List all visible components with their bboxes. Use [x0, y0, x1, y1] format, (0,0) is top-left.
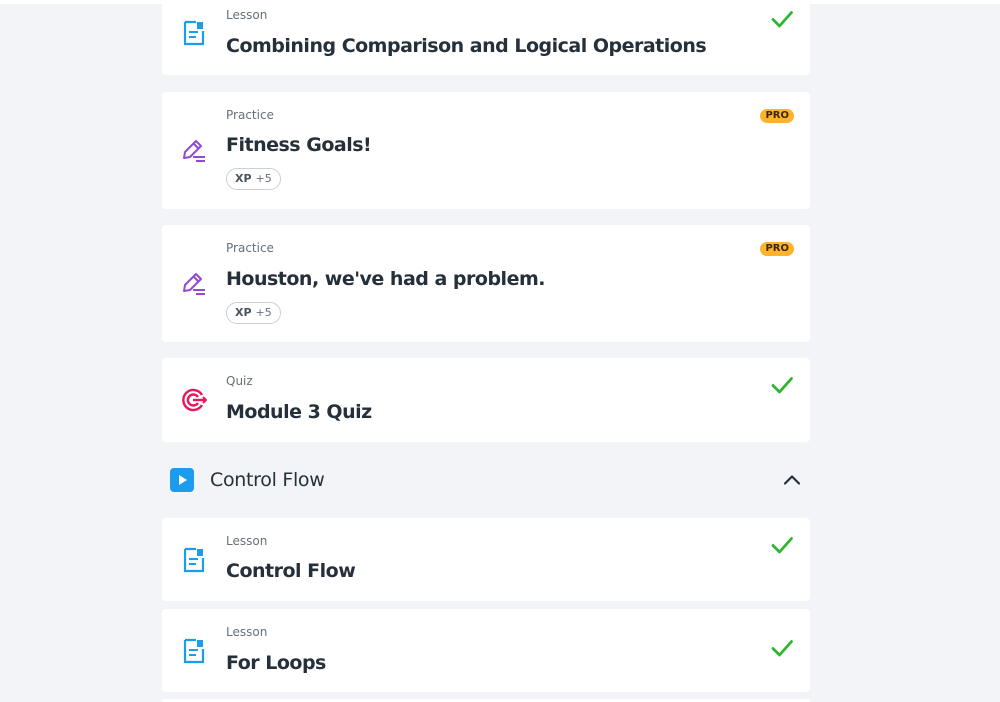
lesson-card[interactable]: Lesson For Loops	[162, 609, 810, 692]
lesson-card[interactable]: Lesson Control Flow	[162, 518, 810, 601]
xp-chip: XP +5	[226, 302, 281, 324]
practice-card[interactable]: Practice Houston, we've had a problem. P…	[162, 225, 810, 342]
xp-chip: XP +5	[226, 168, 281, 190]
xp-value: +5	[255, 306, 272, 319]
lesson-card[interactable]: Lesson Combining Comparison and Logical …	[162, 0, 810, 75]
completed-check-icon	[770, 533, 794, 557]
xp-value: +5	[255, 172, 272, 185]
item-type-label: Practice	[226, 241, 274, 255]
item-type-label: Lesson	[226, 625, 268, 639]
practice-pencil-icon	[181, 270, 207, 296]
chevron-up-icon[interactable]	[782, 470, 802, 490]
section-title[interactable]: Control Flow	[210, 468, 325, 492]
completed-check-icon	[770, 373, 794, 397]
quiz-card[interactable]: Quiz Module 3 Quiz	[162, 358, 810, 442]
lesson-document-icon	[181, 638, 207, 664]
item-type-label: Practice	[226, 108, 274, 122]
pro-badge: PRO	[760, 242, 794, 256]
xp-label: XP	[235, 172, 252, 185]
play-icon	[170, 468, 194, 492]
lesson-document-icon	[181, 20, 207, 46]
practice-pencil-icon	[181, 137, 207, 163]
item-title[interactable]: Control Flow	[226, 559, 356, 583]
lesson-document-icon	[181, 547, 207, 573]
item-title[interactable]: Module 3 Quiz	[226, 400, 372, 424]
item-title[interactable]: Fitness Goals!	[226, 133, 372, 157]
completed-check-icon	[770, 7, 794, 31]
item-type-label: Lesson	[226, 534, 268, 548]
item-title[interactable]: For Loops	[226, 651, 326, 675]
quiz-target-icon	[181, 387, 208, 413]
section-header[interactable]: Control Flow	[162, 462, 810, 498]
pro-badge: PRO	[760, 109, 794, 123]
practice-card[interactable]: Practice Fitness Goals! PRO XP +5	[162, 92, 810, 209]
item-title[interactable]: Houston, we've had a problem.	[226, 267, 545, 291]
item-title[interactable]: Combining Comparison and Logical Operati…	[226, 34, 707, 58]
item-type-label: Quiz	[226, 374, 253, 388]
completed-check-icon	[770, 636, 794, 660]
xp-label: XP	[235, 306, 252, 319]
item-type-label: Lesson	[226, 8, 268, 22]
